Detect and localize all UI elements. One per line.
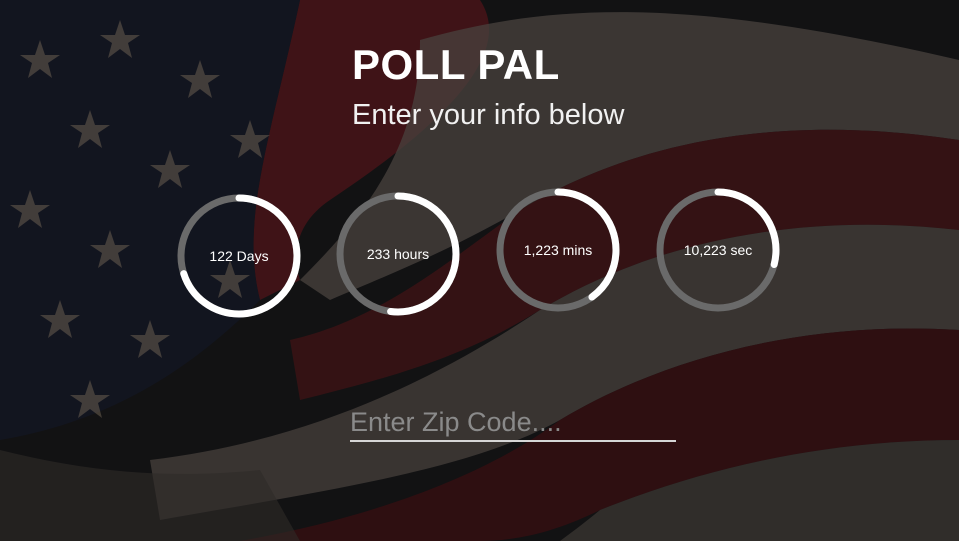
zip-code-input[interactable] — [350, 404, 676, 442]
countdown-sec-label: 10,223 sec — [683, 242, 753, 258]
countdown-days-ring: 122 Days — [175, 192, 303, 320]
countdown-mins-label: 1,223 mins — [523, 242, 593, 258]
app-screen: POLL PAL Enter your info below 122 Days … — [0, 0, 959, 541]
countdown-mins-ring: 1,223 mins — [494, 186, 622, 314]
countdown-hours-label: 233 hours — [366, 246, 430, 262]
countdown-hours-ring: 233 hours — [334, 190, 462, 318]
app-subtitle: Enter your info below — [352, 99, 625, 131]
countdown-days-label: 122 Days — [209, 248, 269, 264]
countdown-sec-ring: 10,223 sec — [654, 186, 782, 314]
app-title: POLL PAL — [352, 41, 560, 88]
